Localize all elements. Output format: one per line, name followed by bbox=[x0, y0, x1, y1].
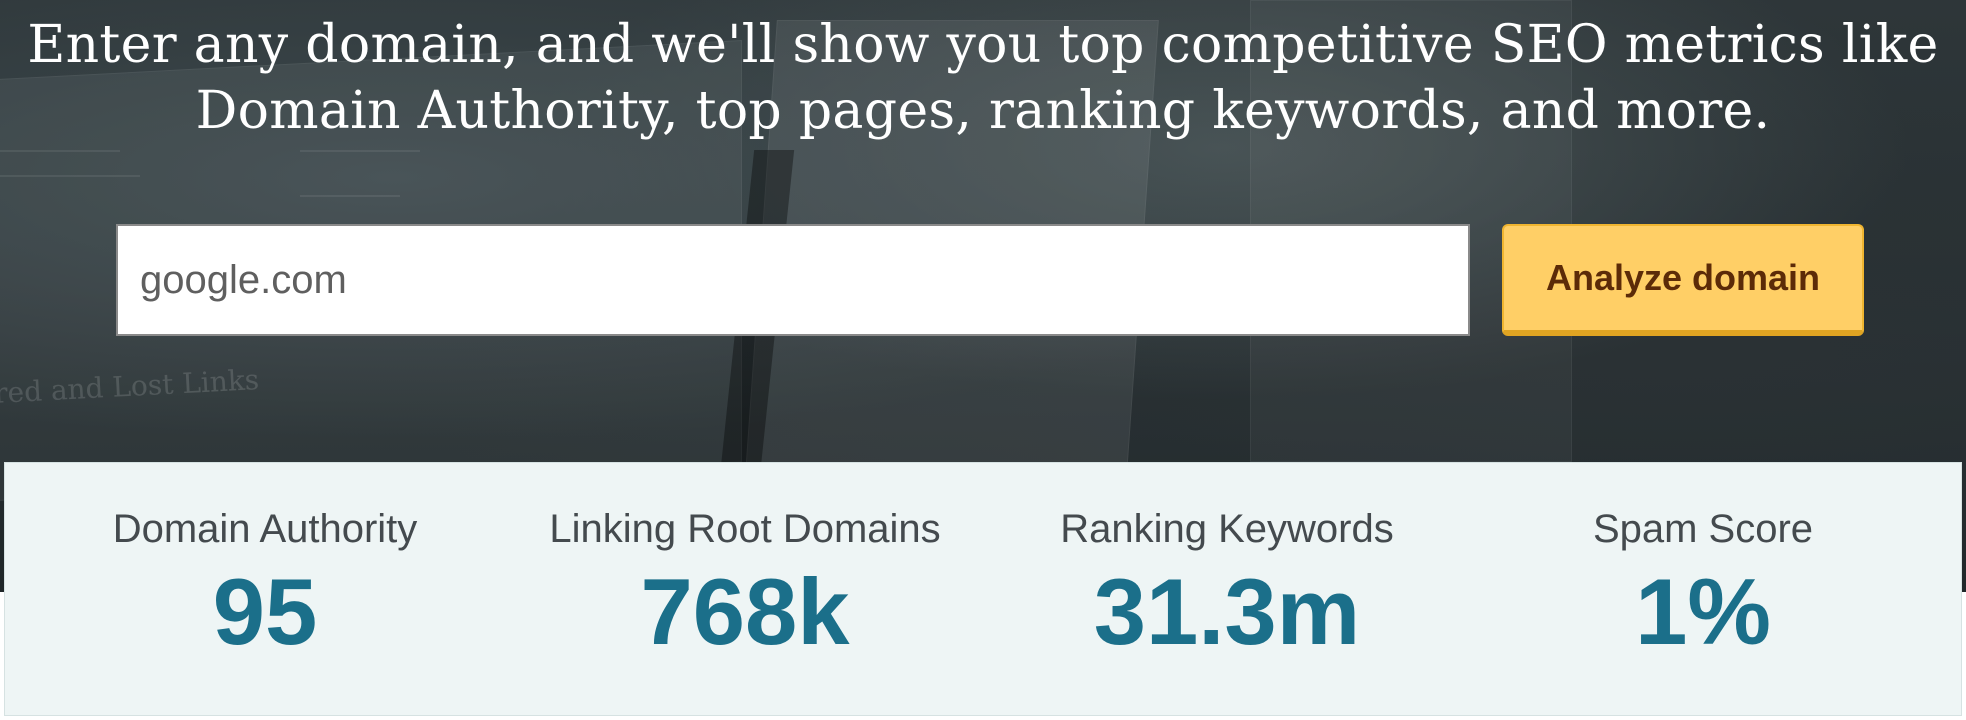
stat-value: 31.3m bbox=[1093, 559, 1361, 664]
stat-value: 1% bbox=[1635, 559, 1771, 664]
headline-line-2: Domain Authority, top pages, ranking key… bbox=[195, 81, 1771, 141]
background-line bbox=[300, 195, 400, 197]
stat-ranking-keywords: Ranking Keywords 31.3m bbox=[1027, 463, 1427, 717]
stat-value: 768k bbox=[640, 559, 850, 664]
stat-domain-authority: Domain Authority 95 bbox=[65, 463, 465, 717]
stat-label: Spam Score bbox=[1592, 507, 1814, 551]
stat-value: 95 bbox=[212, 559, 318, 664]
metrics-panel: Domain Authority 95 Linking Root Domains… bbox=[4, 462, 1962, 716]
stat-label: Linking Root Domains bbox=[549, 507, 941, 551]
headline-line-1: Enter any domain, and we'll show you top… bbox=[27, 15, 1939, 75]
background-line bbox=[0, 175, 140, 177]
domain-search-input[interactable] bbox=[116, 224, 1470, 336]
background-line bbox=[300, 150, 420, 152]
stat-label: Ranking Keywords bbox=[1060, 507, 1394, 551]
stat-label: Domain Authority bbox=[112, 507, 418, 551]
background-line bbox=[0, 150, 120, 152]
stat-linking-root-domains: Linking Root Domains 768k bbox=[545, 463, 945, 717]
stat-spam-score: Spam Score 1% bbox=[1503, 463, 1903, 717]
analyze-domain-button[interactable]: Analyze domain bbox=[1502, 224, 1864, 336]
hero-headline: Enter any domain, and we'll show you top… bbox=[0, 12, 1966, 144]
